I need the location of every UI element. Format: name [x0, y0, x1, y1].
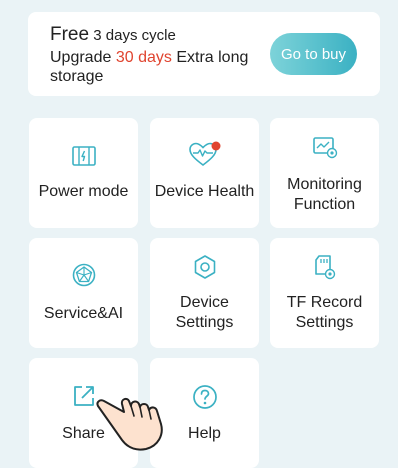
share-icon	[73, 386, 94, 406]
promo-card: Free 3 days cycle Upgrade 30 days Extra …	[28, 12, 380, 96]
tile-service-ai[interactable]: Service&AI	[29, 238, 138, 348]
tile-label: Power mode	[38, 183, 129, 200]
plan-cycle: 3 days cycle	[93, 27, 176, 44]
help-icon	[192, 385, 217, 409]
tile-monitoring-function[interactable]: Monitoring Function	[270, 118, 379, 228]
tile-device-health[interactable]: Device Health	[150, 118, 259, 228]
promo-plan: Free 3 days cycle	[50, 24, 176, 46]
tile-label: Device Health	[154, 183, 255, 200]
pointing-hand-icon	[96, 397, 163, 451]
tile-tf-record-settings[interactable]: TF Record Settings	[270, 238, 379, 348]
monitor-icon	[312, 137, 337, 159]
upgrade-word: Upgrade	[50, 49, 112, 66]
upgrade-days: 30 days	[115, 49, 172, 66]
power-mode-icon	[71, 146, 96, 166]
go-to-buy-button[interactable]: Go to buy	[270, 33, 357, 75]
promo-upgrade-text: Upgrade 30 days Extra long storage	[50, 48, 265, 86]
settings-icon	[194, 255, 215, 279]
tile-label: Device Settings	[175, 294, 234, 331]
tile-power-mode[interactable]: Power mode	[29, 118, 138, 228]
heart-icon	[188, 141, 220, 167]
plan-name: Free	[50, 24, 90, 45]
tile-device-settings[interactable]: Device Settings	[150, 238, 259, 348]
tile-label: Service&AI	[43, 305, 124, 322]
tile-label: TF Record Settings	[286, 294, 363, 331]
sd-card-icon	[314, 255, 335, 280]
ai-icon	[72, 263, 95, 287]
tile-label: Monitoring Function	[287, 176, 362, 213]
notification-dot	[211, 141, 220, 151]
